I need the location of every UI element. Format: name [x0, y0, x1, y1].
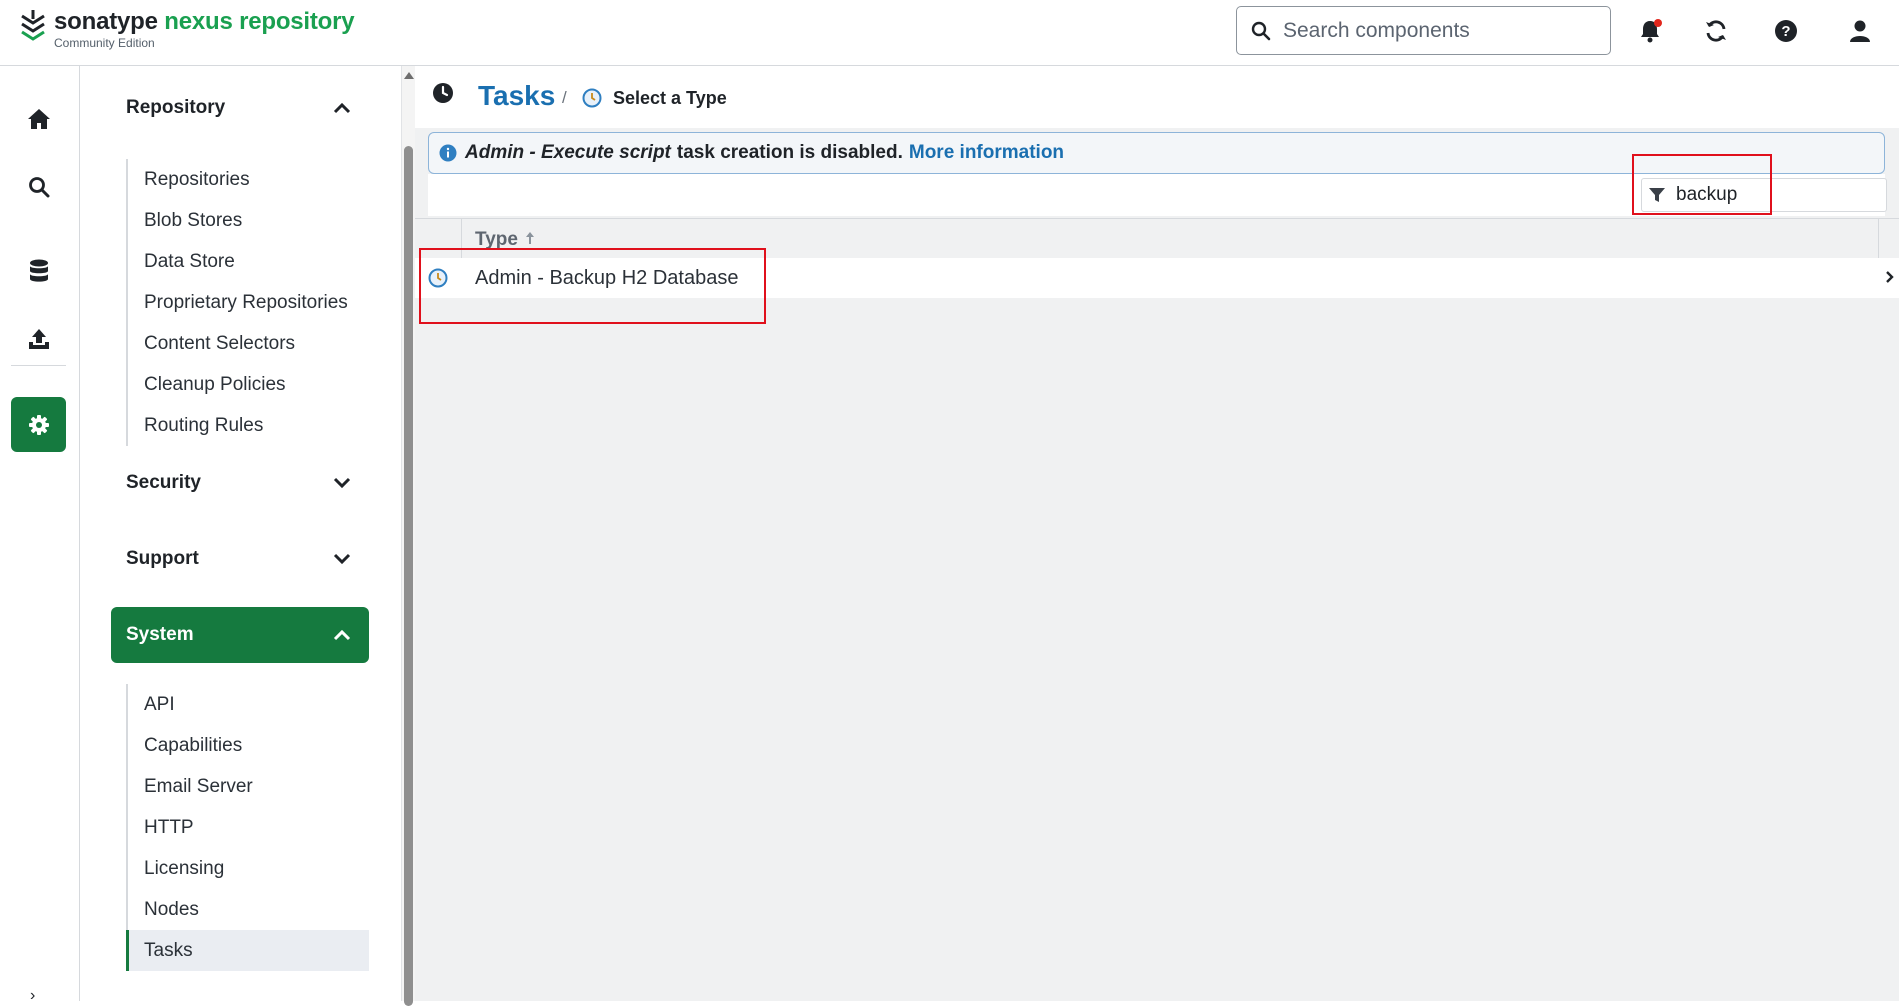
chevron-down-icon	[333, 553, 351, 565]
system-sub-list: API Capabilities Email Server HTTP Licen…	[126, 684, 369, 971]
help-icon: ?	[1775, 20, 1797, 42]
grid-header: Type	[415, 218, 1899, 259]
scrollbar-thumb[interactable]	[404, 146, 413, 1006]
section-system[interactable]: System	[111, 607, 369, 663]
rail-home-button[interactable]	[11, 91, 66, 146]
sidebar-item-email-server[interactable]: Email Server	[128, 766, 369, 807]
sidebar-item-content-selectors[interactable]: Content Selectors	[128, 323, 369, 364]
sidebar-item-http[interactable]: HTTP	[128, 807, 369, 848]
breadcrumb-current: Select a Type	[613, 88, 727, 108]
sidebar-item-blob-stores[interactable]: Blob Stores	[128, 200, 369, 241]
sort-ascending-icon	[526, 232, 535, 244]
rail-divider	[11, 365, 66, 366]
notifications-button[interactable]	[1635, 16, 1665, 46]
repository-sub-list: Repositories Blob Stores Data Store Prop…	[126, 159, 369, 446]
section-label: Repository	[126, 97, 226, 118]
filter-box[interactable]	[1641, 178, 1887, 212]
sidebar-item-api[interactable]: API	[128, 684, 369, 725]
search-icon	[1251, 21, 1271, 40]
table-row[interactable]: Admin - Backup H2 Database	[415, 258, 1899, 298]
edition-label: Community Edition	[54, 36, 155, 50]
section-label: Security	[126, 472, 201, 493]
refresh-button[interactable]	[1701, 16, 1731, 46]
scroll-up-icon[interactable]	[404, 72, 414, 79]
rail-browse-button[interactable]	[11, 243, 66, 298]
section-support[interactable]: Support	[111, 531, 369, 587]
sidebar-item-licensing[interactable]: Licensing	[128, 848, 369, 889]
task-type-icon	[582, 88, 602, 108]
rail-search-button[interactable]	[11, 159, 66, 214]
breadcrumb-separator: /	[562, 88, 567, 107]
collapse-nav-icon[interactable]: ›	[30, 988, 44, 1004]
sidebar-scrollbar[interactable]	[401, 66, 415, 1006]
chevron-up-icon	[333, 102, 351, 114]
search-input[interactable]	[1281, 17, 1581, 44]
column-divider	[1878, 219, 1879, 259]
filter-input[interactable]	[1674, 183, 1874, 207]
help-button[interactable]: ?	[1771, 16, 1801, 46]
primary-nav-rail: ›	[0, 66, 80, 1004]
section-label: Support	[126, 548, 199, 569]
settings-icon	[28, 414, 49, 435]
sidebar-item-routing-rules[interactable]: Routing Rules	[128, 405, 369, 446]
task-type-icon	[428, 268, 448, 288]
brand-name: sonatype	[54, 8, 158, 35]
sidebar-item-data-store[interactable]: Data Store	[128, 241, 369, 282]
breadcrumb: Tasks / Select a Type	[415, 66, 1899, 128]
logo[interactable]: sonatype nexus repository Community Edit…	[18, 8, 355, 50]
refresh-icon	[1706, 20, 1726, 42]
filter-icon	[1649, 188, 1665, 202]
main-content: Tasks / Select a Type Admin - Execute sc…	[415, 66, 1899, 1001]
clock-icon	[433, 83, 453, 103]
type-column-label: Type	[475, 229, 518, 250]
svg-text:?: ?	[1781, 23, 1790, 40]
user-button[interactable]	[1845, 16, 1875, 46]
admin-sidebar: Repository Repositories Blob Stores Data…	[81, 66, 401, 1001]
notice-text: task creation is disabled.	[676, 142, 903, 163]
section-repository[interactable]: Repository	[111, 80, 369, 136]
breadcrumb-tasks-link[interactable]: Tasks	[478, 80, 555, 112]
chevron-up-icon	[333, 629, 351, 641]
search-icon	[28, 176, 49, 197]
sidebar-item-capabilities[interactable]: Capabilities	[128, 725, 369, 766]
info-icon	[439, 144, 457, 162]
icon-column-header	[415, 219, 462, 259]
search-box[interactable]	[1236, 6, 1611, 55]
notice-emphasis: Admin - Execute script	[465, 142, 671, 163]
home-icon	[27, 108, 50, 129]
notification-badge	[1654, 19, 1662, 27]
sonatype-logo-icon	[21, 10, 45, 41]
sidebar-item-repositories[interactable]: Repositories	[128, 159, 369, 200]
info-banner: Admin - Execute script task creation is …	[428, 132, 1885, 174]
rail-upload-button[interactable]	[11, 311, 66, 366]
top-bar: sonatype nexus repository Community Edit…	[0, 0, 1899, 66]
row-type-label: Admin - Backup H2 Database	[475, 267, 739, 289]
sidebar-item-proprietary-repositories[interactable]: Proprietary Repositories	[128, 282, 369, 323]
section-security[interactable]: Security	[111, 455, 369, 511]
user-icon	[1850, 20, 1870, 42]
chevron-down-icon	[333, 477, 351, 489]
type-column-header[interactable]: Type	[475, 229, 535, 251]
upload-icon	[28, 328, 49, 349]
more-information-link[interactable]: More information	[909, 142, 1064, 164]
sidebar-item-tasks[interactable]: Tasks	[126, 930, 369, 971]
section-label: System	[126, 624, 194, 645]
sidebar-item-nodes[interactable]: Nodes	[128, 889, 369, 930]
chevron-right-icon	[1886, 271, 1894, 283]
database-icon	[29, 259, 48, 282]
product-name: nexus repository	[164, 8, 355, 35]
rail-admin-button[interactable]	[11, 397, 66, 452]
sidebar-item-cleanup-policies[interactable]: Cleanup Policies	[128, 364, 369, 405]
